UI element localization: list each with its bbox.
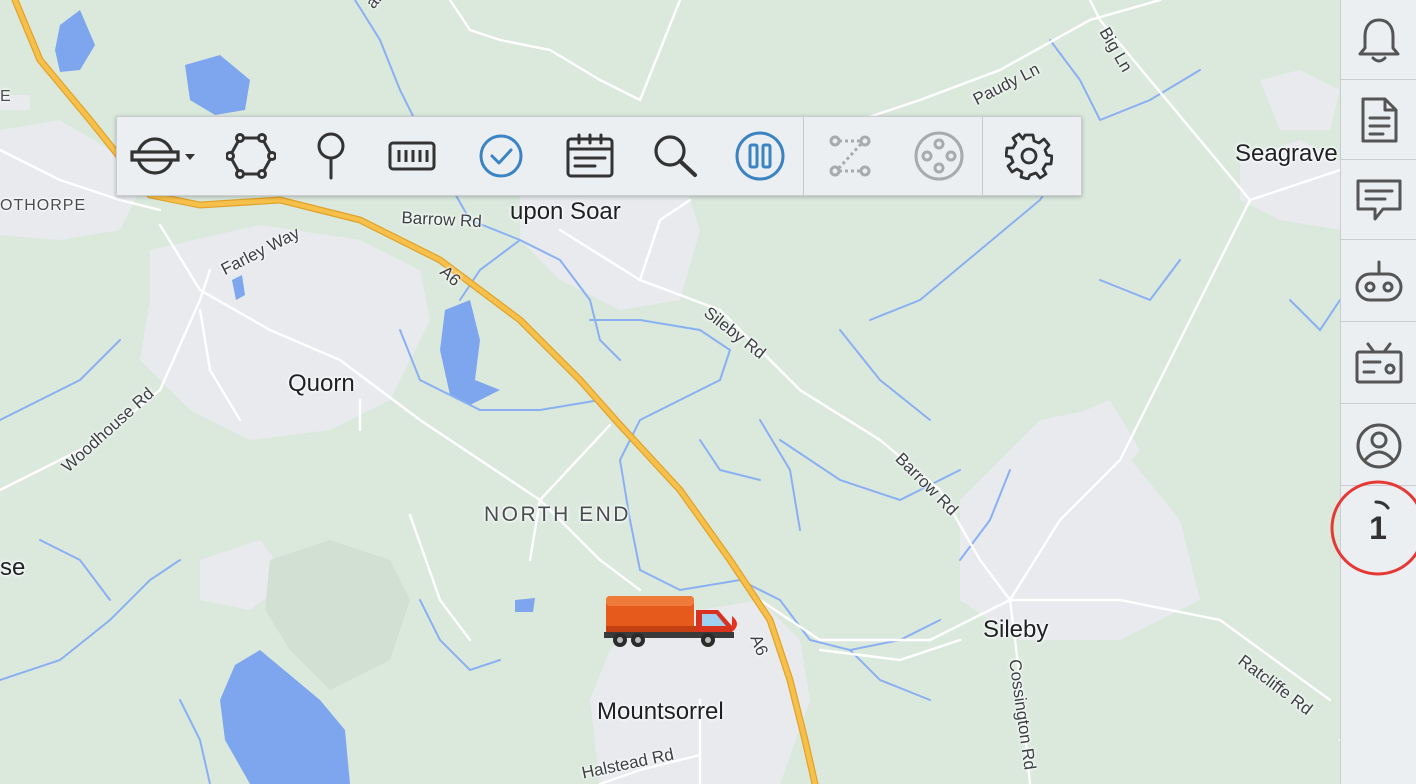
check-circle-icon xyxy=(479,134,523,178)
account-button[interactable] xyxy=(1341,406,1416,486)
polygon-button[interactable] xyxy=(209,117,293,195)
message-icon xyxy=(1356,179,1402,220)
place-label-north-end: NORTH END xyxy=(484,503,631,526)
route-icon xyxy=(829,135,871,177)
documents-button[interactable] xyxy=(1341,80,1416,160)
gamepad-icon xyxy=(1355,260,1403,301)
truck-icon xyxy=(604,596,737,647)
messages-button[interactable] xyxy=(1341,160,1416,240)
account-icon xyxy=(1356,423,1402,468)
calendar-button[interactable] xyxy=(547,117,633,195)
place-label-quorn: Quorn xyxy=(288,370,355,397)
vehicle-marker[interactable] xyxy=(602,590,744,652)
map-toolbar xyxy=(116,116,1082,196)
check-button[interactable] xyxy=(455,117,547,195)
route-button xyxy=(804,117,896,195)
search-icon xyxy=(654,135,697,177)
search-button[interactable] xyxy=(633,117,717,195)
counter-value: 1 xyxy=(1369,509,1387,546)
place-label-mountsorrel: Mountsorrel xyxy=(597,698,724,725)
cluster-button xyxy=(896,117,982,195)
cluster-icon xyxy=(914,131,964,181)
notifications-button[interactable] xyxy=(1341,0,1416,80)
polygon-icon xyxy=(226,133,276,179)
place-label-se: se xyxy=(0,554,26,581)
pause-icon xyxy=(735,131,785,181)
layers-icon xyxy=(130,137,195,175)
radio-icon xyxy=(1355,342,1403,383)
pin-button[interactable] xyxy=(293,117,369,195)
place-label-sileby: Sileby xyxy=(983,616,1049,643)
bell-icon xyxy=(1358,18,1400,62)
place-label-othorpe: OTHORPE xyxy=(0,197,87,214)
ruler-button[interactable] xyxy=(369,117,455,195)
place-label-seagrave: Seagrave xyxy=(1235,140,1338,167)
ruler-icon xyxy=(388,141,436,171)
place-label-upon-soar: upon Soar xyxy=(510,198,621,225)
road-label-barrow-rd-1: Barrow Rd xyxy=(401,208,483,232)
pin-icon xyxy=(317,132,345,180)
devices-button[interactable] xyxy=(1341,242,1416,322)
right-sidebar xyxy=(1340,0,1416,784)
radio-button[interactable] xyxy=(1341,324,1416,404)
settings-button[interactable] xyxy=(983,117,1075,195)
layers-button[interactable] xyxy=(117,117,209,195)
gear-icon xyxy=(1005,132,1053,180)
pause-button[interactable] xyxy=(717,117,803,195)
place-label-e-edge: E xyxy=(0,88,12,105)
calendar-icon xyxy=(566,133,614,178)
document-icon xyxy=(1361,97,1398,142)
